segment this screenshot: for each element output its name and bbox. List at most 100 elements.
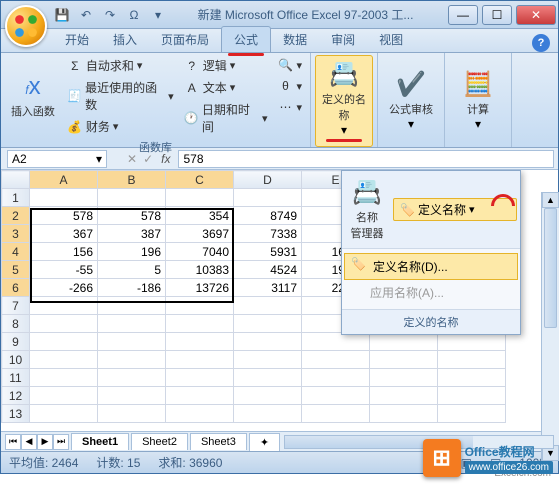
tab-view[interactable]: 视图 (367, 27, 415, 52)
clock-icon: 🕐 (184, 110, 199, 126)
col-header[interactable]: C (166, 171, 234, 189)
col-header[interactable]: B (98, 171, 166, 189)
scroll-up-icon[interactable]: ▲ (542, 192, 559, 208)
fx-icon: fx (25, 73, 40, 101)
more-fn-3[interactable]: ⋯▾ (273, 97, 306, 117)
cell[interactable]: 4524 (234, 261, 302, 279)
cell[interactable]: 196 (98, 243, 166, 261)
row-header[interactable]: 8 (2, 315, 30, 333)
menu-define-name[interactable]: 🏷️ 定义名称(D)... (344, 253, 518, 280)
cell[interactable]: 354 (166, 207, 234, 225)
cell[interactable]: 3697 (166, 225, 234, 243)
financial-button[interactable]: 💰财务 ▾ (63, 116, 178, 137)
sheet-tab[interactable]: Sheet1 (71, 433, 129, 450)
row-header[interactable]: 5 (2, 261, 30, 279)
calculation-button[interactable]: 🧮 计算 ▾ (449, 55, 507, 145)
recent-icon: 🧾 (67, 88, 82, 104)
col-header[interactable]: A (30, 171, 98, 189)
cell[interactable]: 13726 (166, 279, 234, 297)
row-header[interactable]: 11 (2, 369, 30, 387)
new-sheet-button[interactable]: ✦ (249, 433, 280, 451)
watermark: ⊞ Office教程网 www.office26.com (423, 439, 553, 477)
cell[interactable]: 578 (98, 207, 166, 225)
cell[interactable]: 7338 (234, 225, 302, 243)
sheet-nav-last[interactable]: ⏭ (53, 434, 69, 450)
cell[interactable]: 8749 (234, 207, 302, 225)
sheet-tab[interactable]: Sheet3 (190, 433, 247, 450)
status-count: 计数: 15 (96, 454, 140, 471)
tab-layout[interactable]: 页面布局 (149, 27, 221, 52)
cell[interactable]: -55 (30, 261, 98, 279)
row-header[interactable]: 9 (2, 333, 30, 351)
minimize-button[interactable]: — (448, 5, 478, 25)
status-sum: 求和: 36960 (158, 454, 222, 471)
status-average: 平均值: 2464 (9, 454, 78, 471)
name-manager-button[interactable]: 📇 名称 管理器 (345, 174, 389, 245)
cell[interactable]: 7040 (166, 243, 234, 261)
row-header[interactable]: 10 (2, 351, 30, 369)
redo-icon[interactable]: ↷ (101, 6, 119, 24)
autosum-button[interactable]: Σ自动求和 ▾ (63, 55, 178, 76)
sigma-icon: Σ (67, 58, 83, 74)
office-button[interactable] (5, 5, 47, 47)
maximize-button[interactable]: ☐ (482, 5, 512, 25)
cell[interactable]: 156 (30, 243, 98, 261)
cell[interactable]: 5931 (234, 243, 302, 261)
sheet-nav-first[interactable]: ⏮ (5, 434, 21, 450)
col-header[interactable]: D (234, 171, 302, 189)
cell[interactable]: 387 (98, 225, 166, 243)
cell[interactable]: 3117 (234, 279, 302, 297)
text-button[interactable]: A文本 ▾ (180, 77, 272, 98)
cell[interactable]: -266 (30, 279, 98, 297)
text-icon: A (184, 80, 200, 96)
row-header[interactable]: 2 (2, 207, 30, 225)
cell[interactable]: -186 (98, 279, 166, 297)
more-fn-2[interactable]: θ▾ (273, 76, 306, 96)
vertical-scrollbar[interactable]: ▲ ▼ (541, 192, 559, 461)
math-icon: θ (277, 78, 293, 94)
insert-function-button[interactable]: fx 插入函数 (5, 55, 61, 137)
help-icon[interactable]: ? (532, 34, 550, 52)
tag-icon: 🏷️ (400, 203, 415, 217)
save-icon[interactable]: 💾 (53, 6, 71, 24)
row-header[interactable]: 1 (2, 189, 30, 207)
define-name-split-button[interactable]: 🏷️ 定义名称 ▾ (393, 198, 517, 221)
cell[interactable]: 367 (30, 225, 98, 243)
recent-functions-button[interactable]: 🧾最近使用的函数 ▾ (63, 77, 178, 115)
row-header[interactable]: 12 (2, 387, 30, 405)
cell[interactable]: 578 (30, 207, 98, 225)
formula-audit-button[interactable]: ✔️ 公式审核 ▾ (382, 55, 440, 145)
more-icon: ⋯ (277, 99, 293, 115)
scroll-thumb[interactable] (544, 208, 557, 328)
tab-insert[interactable]: 插入 (101, 27, 149, 52)
row-header[interactable]: 13 (2, 405, 30, 423)
print-icon[interactable]: Ω (125, 6, 143, 24)
defined-names-button[interactable]: 📇 定义的名称 ▾ (315, 55, 373, 147)
audit-icon: ✔️ (396, 70, 426, 99)
qat-dropdown-icon[interactable]: ▾ (149, 6, 167, 24)
menu-footer-label: 定义的名称 (342, 309, 520, 334)
row-header[interactable]: 3 (2, 225, 30, 243)
tab-data[interactable]: 数据 (271, 27, 319, 52)
more-fn-1[interactable]: 🔍▾ (273, 55, 306, 75)
undo-icon[interactable]: ↶ (77, 6, 95, 24)
close-button[interactable]: ✕ (516, 5, 556, 25)
sheet-nav-prev[interactable]: ◀ (21, 434, 37, 450)
datetime-button[interactable]: 🕐日期和时间 ▾ (180, 99, 272, 137)
cell[interactable]: 5 (98, 261, 166, 279)
tag-icon: 🏷️ (351, 257, 367, 273)
tab-review[interactable]: 审阅 (319, 27, 367, 52)
menu-apply-name: 应用名称(A)... (342, 280, 520, 305)
window-title: 新建 Microsoft Office Excel 97-2003 工... (167, 6, 444, 23)
row-header[interactable]: 7 (2, 297, 30, 315)
tab-formulas[interactable]: 公式 (221, 26, 271, 52)
cell[interactable]: 10383 (166, 261, 234, 279)
logical-button[interactable]: ?逻辑 ▾ (180, 55, 272, 76)
row-header[interactable]: 4 (2, 243, 30, 261)
select-all-corner[interactable] (2, 171, 30, 189)
sheet-tab[interactable]: Sheet2 (131, 433, 188, 450)
names-icon: 📇 (329, 60, 359, 89)
tab-home[interactable]: 开始 (53, 27, 101, 52)
row-header[interactable]: 6 (2, 279, 30, 297)
sheet-nav-next[interactable]: ▶ (37, 434, 53, 450)
